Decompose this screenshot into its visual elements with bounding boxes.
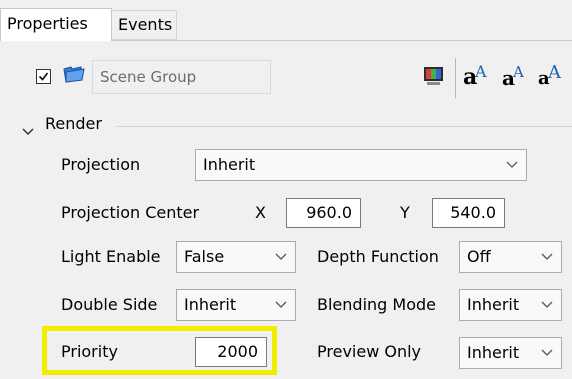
render-section-title[interactable]: Render bbox=[45, 114, 102, 133]
section-divider bbox=[116, 126, 572, 127]
chevron-down-icon bbox=[506, 161, 518, 168]
enabled-checkbox[interactable] bbox=[36, 69, 51, 84]
preview-only-label: Preview Only bbox=[317, 342, 422, 361]
light-enable-select[interactable]: False bbox=[176, 241, 296, 273]
projection-center-x-label: X bbox=[255, 203, 266, 222]
light-enable-value: False bbox=[184, 247, 225, 266]
chevron-down-icon[interactable] bbox=[22, 121, 34, 140]
scene-group-name-field[interactable]: Scene Group bbox=[92, 60, 271, 94]
chevron-down-icon bbox=[541, 301, 553, 308]
projection-label: Projection bbox=[61, 155, 141, 174]
checkmark-icon bbox=[38, 72, 49, 81]
folder-icon bbox=[63, 64, 85, 88]
tab-events[interactable]: Events bbox=[112, 10, 177, 40]
priority-label: Priority bbox=[61, 342, 118, 361]
projection-center-label: Projection Center bbox=[61, 203, 200, 222]
light-enable-label: Light Enable bbox=[61, 247, 161, 266]
blending-mode-label: Blending Mode bbox=[317, 295, 436, 314]
double-side-label: Double Side bbox=[61, 295, 158, 314]
toolbar-separator bbox=[455, 58, 456, 98]
chevron-down-icon bbox=[275, 301, 287, 308]
blending-mode-value: Inherit bbox=[467, 295, 520, 314]
projection-center-y-input[interactable]: 540.0 bbox=[432, 198, 505, 228]
depth-function-select[interactable]: Off bbox=[459, 241, 562, 273]
tab-properties[interactable]: Properties bbox=[0, 8, 112, 41]
chevron-down-icon bbox=[541, 349, 553, 356]
depth-function-value: Off bbox=[467, 247, 491, 266]
double-side-value: Inherit bbox=[184, 295, 237, 314]
font-bold-icon[interactable]: aA bbox=[463, 62, 493, 92]
double-side-select[interactable]: Inherit bbox=[176, 289, 296, 321]
palette-icon[interactable] bbox=[423, 65, 445, 91]
depth-function-label: Depth Function bbox=[317, 247, 439, 266]
projection-select[interactable]: Inherit bbox=[195, 149, 527, 181]
preview-only-select[interactable]: Inherit bbox=[459, 337, 562, 369]
font-regular-icon[interactable]: aA bbox=[502, 62, 532, 92]
font-large-icon[interactable]: aA bbox=[538, 62, 568, 92]
blending-mode-select[interactable]: Inherit bbox=[459, 289, 562, 321]
priority-input[interactable]: 2000 bbox=[195, 337, 267, 367]
preview-only-value: Inherit bbox=[467, 343, 520, 362]
projection-value: Inherit bbox=[203, 155, 256, 174]
projection-center-y-label: Y bbox=[400, 203, 410, 222]
chevron-down-icon bbox=[275, 253, 287, 260]
chevron-down-icon bbox=[541, 253, 553, 260]
projection-center-x-input[interactable]: 960.0 bbox=[286, 198, 361, 228]
